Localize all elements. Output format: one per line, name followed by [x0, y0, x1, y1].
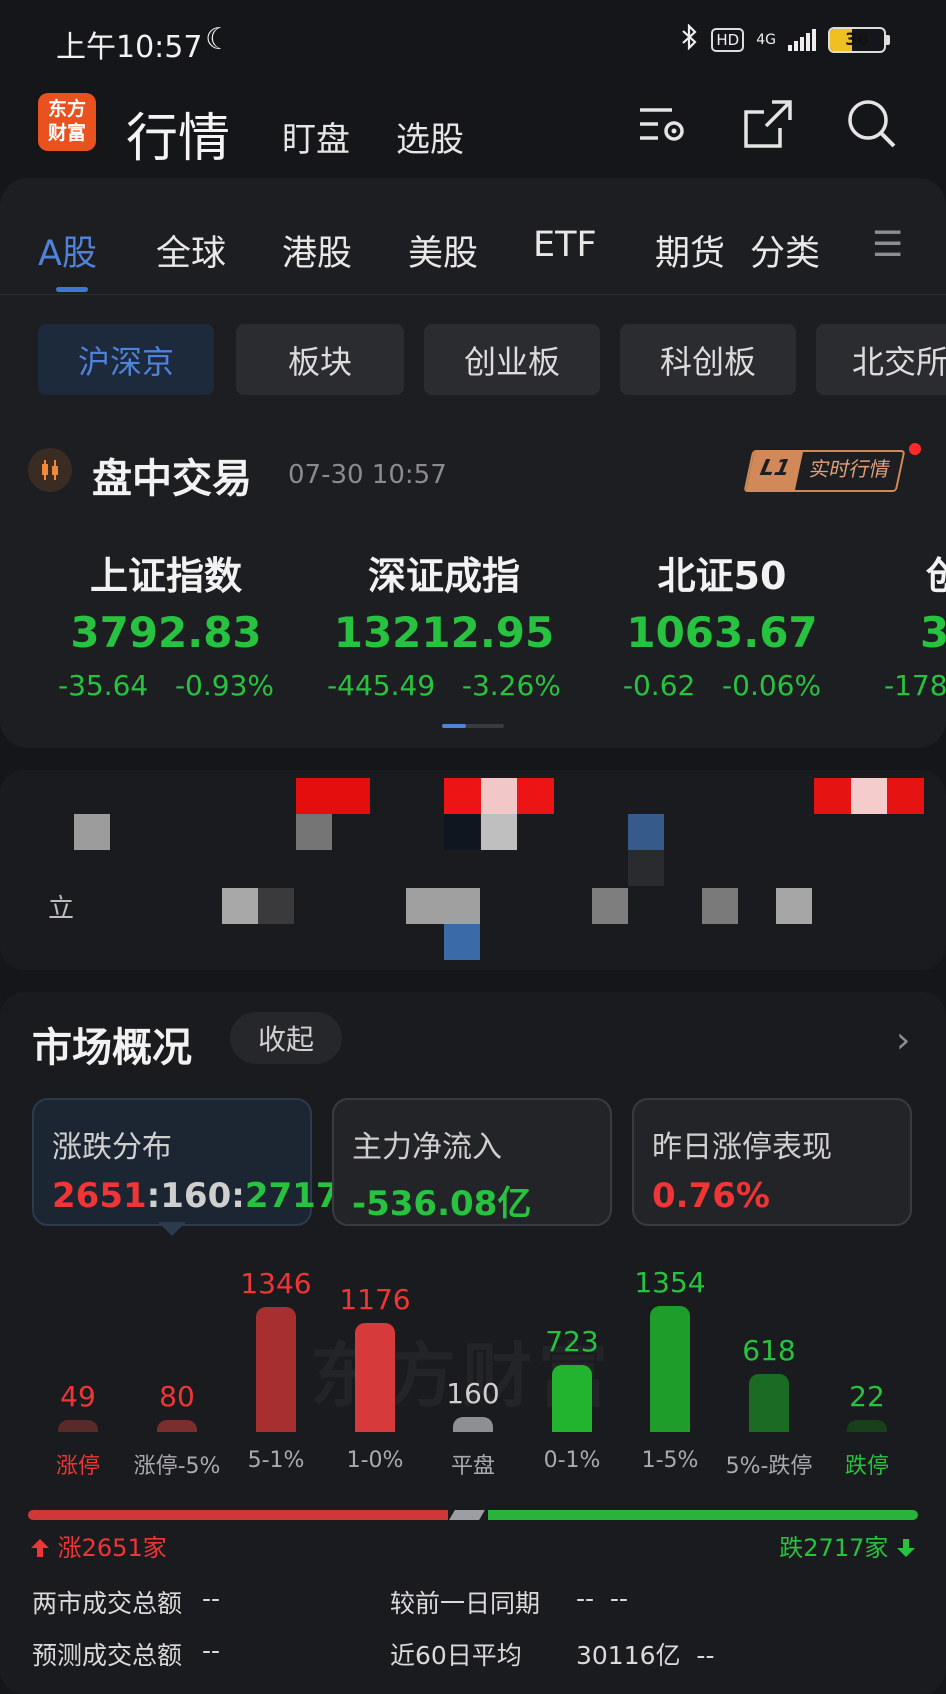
- active-tab-indicator: [56, 287, 88, 292]
- market-tabs: A股 全球 港股 美股 ETF 期货 分类 ☰: [0, 225, 946, 275]
- index-value: 1063.67: [626, 608, 818, 657]
- sixty-day-average-label: 近60日平均: [390, 1641, 522, 1670]
- index-name: 深证成指: [367, 554, 520, 598]
- hd-icon: HD: [711, 28, 745, 52]
- status-icons: HD 4G 36: [681, 23, 890, 56]
- collapse-button[interactable]: 收起: [230, 1012, 342, 1064]
- down-total: 跌2717家: [779, 1528, 916, 1563]
- index-change: -178: [884, 669, 946, 702]
- stat-label: 涨跌分布: [52, 1130, 172, 1165]
- index-value: 3: [920, 608, 946, 657]
- index-card-partial[interactable]: 创 3 -178: [880, 545, 946, 702]
- index-name: 上证指数: [89, 554, 242, 598]
- index-value: 3792.83: [70, 608, 262, 657]
- index-change: -445.49: [327, 669, 436, 702]
- stat-value: 0.76%: [652, 1176, 770, 1216]
- do-not-disturb-icon: ☾: [205, 22, 232, 57]
- chip-star-market[interactable]: 科创板: [620, 324, 796, 395]
- arrow-up-icon: [31, 1539, 49, 1557]
- up-progress-bar: [28, 1510, 448, 1520]
- battery-icon: 36: [828, 27, 890, 53]
- status-bar: 上午10:57 ☾ HD 4G 36: [0, 0, 946, 88]
- down-count: 2717: [244, 1176, 340, 1216]
- signal-icon: [788, 29, 816, 51]
- stat-card-net-inflow[interactable]: 主力净流入 -536.08亿: [332, 1098, 612, 1226]
- share-icon[interactable]: [742, 98, 794, 150]
- l1-label: L1: [745, 452, 804, 490]
- stat-label: 昨日涨停表现: [652, 1130, 832, 1165]
- settings-list-icon[interactable]: [636, 98, 688, 150]
- page-title: 行情: [126, 109, 231, 169]
- logo-text: 东方 财富: [47, 98, 86, 144]
- active-card-pointer: [158, 1222, 186, 1236]
- chip-sectors[interactable]: 板块: [236, 324, 404, 395]
- censored-section: [0, 770, 946, 970]
- index-card-bse50[interactable]: 北证50 1063.67 -0.62 -0.06%: [582, 545, 862, 702]
- chip-chinext[interactable]: 创业板: [424, 324, 600, 395]
- realtime-label: 实时行情: [807, 457, 893, 481]
- tab-hk[interactable]: 港股: [282, 225, 352, 276]
- candlestick-icon: [28, 448, 72, 492]
- tab-watch[interactable]: 盯盘: [282, 112, 350, 161]
- turnover-total-label: 两市成交总额: [32, 1589, 183, 1618]
- up-total-text: 涨2651家: [57, 1534, 167, 1562]
- index-pct: -0.06%: [722, 669, 822, 702]
- realtime-quote-badge[interactable]: L1 实时行情: [743, 450, 906, 492]
- forecast-turnover-label: 预测成交总额: [32, 1641, 183, 1670]
- vs-previous-day-label: 较前一日同期: [390, 1589, 541, 1618]
- forecast-turnover-value: --: [202, 1636, 221, 1665]
- menu-icon[interactable]: ☰: [872, 225, 903, 265]
- chevron-right-icon[interactable]: ›: [896, 1020, 910, 1061]
- arrow-down-icon: [897, 1539, 915, 1557]
- stat-label: 主力净流入: [352, 1130, 502, 1165]
- up-total: 涨2651家: [30, 1528, 167, 1563]
- vs-previous-day-value: -- --: [576, 1584, 628, 1613]
- sixty-day-average-value: 30116亿 --: [576, 1641, 715, 1670]
- tab-a-shares[interactable]: A股: [38, 225, 97, 276]
- index-change: -0.62: [622, 669, 696, 702]
- watermark: 东方财富: [310, 1335, 614, 1417]
- status-time: 上午10:57: [56, 30, 203, 65]
- tab-futures[interactable]: 期货: [655, 225, 725, 276]
- index-value: 13212.95: [333, 608, 555, 657]
- app-logo: 东方 财富: [38, 93, 96, 151]
- index-pager: [442, 724, 504, 728]
- stat-value: -536.08亿: [352, 1184, 532, 1224]
- notification-dot: [909, 443, 921, 455]
- index-name: 创: [926, 554, 946, 598]
- index-card-szse[interactable]: 深证成指 13212.95 -445.49 -3.26%: [304, 545, 584, 702]
- stat-card-limit-up-performance[interactable]: 昨日涨停表现 0.76%: [632, 1098, 912, 1226]
- tab-categories[interactable]: 分类: [750, 225, 820, 276]
- market-overview-title: 市场概况: [32, 1025, 192, 1071]
- index-card-sse[interactable]: 上证指数 3792.83 -35.64 -0.93%: [26, 545, 306, 702]
- flat-count: 160: [160, 1176, 232, 1216]
- flat-progress-bar: [449, 1510, 485, 1520]
- session-time: 07-30 10:57: [288, 460, 447, 490]
- index-change: -35.64: [57, 669, 149, 702]
- down-total-text: 跌2717家: [779, 1534, 889, 1562]
- chip-shanghai-shenzhen-beijing[interactable]: 沪深京: [38, 324, 214, 395]
- network-type: 4G: [756, 32, 776, 48]
- tab-global[interactable]: 全球: [156, 225, 226, 276]
- tab-us[interactable]: 美股: [408, 225, 478, 276]
- turnover-total-value: --: [202, 1584, 221, 1613]
- divider: [0, 294, 946, 295]
- index-pct: -0.93%: [174, 669, 275, 702]
- up-count: 2651: [52, 1176, 147, 1216]
- index-pct: -3.26%: [461, 669, 561, 702]
- tab-stock-picker[interactable]: 选股: [396, 112, 464, 161]
- index-name: 北证50: [657, 554, 787, 598]
- search-icon[interactable]: [846, 98, 898, 150]
- stat-card-distribution[interactable]: 涨跌分布 2651:160:2717: [32, 1098, 339, 1226]
- chip-bse[interactable]: 北交所: [816, 324, 946, 395]
- battery-level: 36: [845, 30, 869, 50]
- tab-etf[interactable]: ETF: [533, 225, 597, 265]
- session-title: 盘中交易: [92, 456, 252, 502]
- censored-text: 立: [48, 894, 75, 924]
- bluetooth-icon: [681, 23, 699, 56]
- down-progress-bar: [488, 1510, 918, 1520]
